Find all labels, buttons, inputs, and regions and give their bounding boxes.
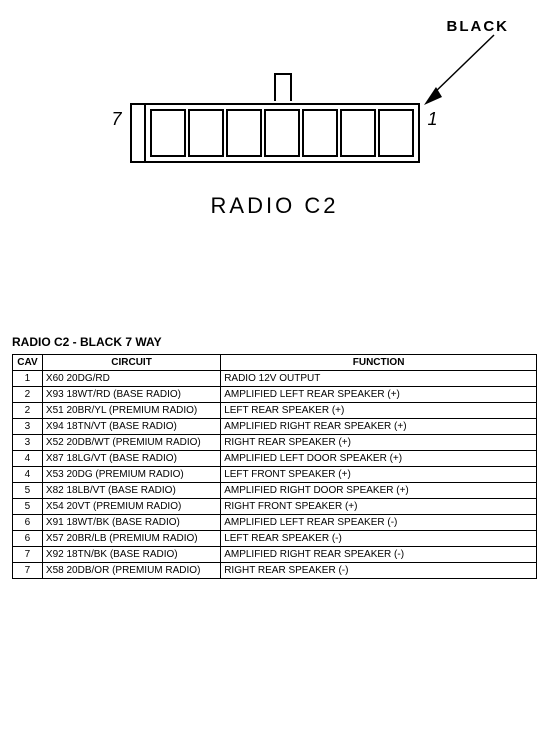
cell-circuit: X54 20VT (PREMIUM RADIO) xyxy=(42,499,220,515)
cell-cav: 2 xyxy=(13,403,43,419)
cell-circuit: X57 20BR/LB (PREMIUM RADIO) xyxy=(42,531,220,547)
cell-function: RADIO 12V OUTPUT xyxy=(221,371,537,387)
cell-function: RIGHT FRONT SPEAKER (+) xyxy=(221,499,537,515)
cell-cav: 7 xyxy=(13,563,43,579)
pin-slot-7 xyxy=(378,109,414,157)
table-row: 7X92 18TN/BK (BASE RADIO)AMPLIFIED RIGHT… xyxy=(13,547,537,563)
table-row: 7X58 20DB/OR (PREMIUM RADIO)RIGHT REAR S… xyxy=(13,563,537,579)
connector-pins xyxy=(144,103,420,163)
table-row: 3X94 18TN/VT (BASE RADIO)AMPLIFIED RIGHT… xyxy=(13,419,537,435)
cell-circuit: X60 20DG/RD xyxy=(42,371,220,387)
cell-cav: 6 xyxy=(13,531,43,547)
cell-cav: 4 xyxy=(13,451,43,467)
cell-circuit: X92 18TN/BK (BASE RADIO) xyxy=(42,547,220,563)
col-header-function: FUNCTION xyxy=(221,355,537,371)
connector-wrap: 7 xyxy=(10,75,539,163)
cell-function: AMPLIFIED RIGHT REAR SPEAKER (-) xyxy=(221,547,537,563)
page: BLACK 7 xyxy=(0,0,549,750)
cell-circuit: X58 20DB/OR (PREMIUM RADIO) xyxy=(42,563,220,579)
cell-function: AMPLIFIED LEFT REAR SPEAKER (+) xyxy=(221,387,537,403)
pin-slot-4 xyxy=(264,109,300,157)
cell-cav: 5 xyxy=(13,499,43,515)
cell-circuit: X52 20DB/WT (PREMIUM RADIO) xyxy=(42,435,220,451)
cell-function: LEFT REAR SPEAKER (-) xyxy=(221,531,537,547)
cell-circuit: X94 18TN/VT (BASE RADIO) xyxy=(42,419,220,435)
table-row: 2X51 20BR/YL (PREMIUM RADIO)LEFT REAR SP… xyxy=(13,403,537,419)
cell-function: AMPLIFIED RIGHT REAR SPEAKER (+) xyxy=(221,419,537,435)
radio-c2-label: RADIO C2 xyxy=(211,193,339,219)
table-row: 6X57 20BR/LB (PREMIUM RADIO)LEFT REAR SP… xyxy=(13,531,537,547)
cell-cav: 2 xyxy=(13,387,43,403)
connector-body xyxy=(130,75,420,163)
diagram-area: BLACK 7 xyxy=(10,10,539,320)
cell-cav: 5 xyxy=(13,483,43,499)
connector-stub xyxy=(274,73,292,101)
table-header-row: CAV CIRCUIT FUNCTION xyxy=(13,355,537,371)
table-row: 1X60 20DG/RDRADIO 12V OUTPUT xyxy=(13,371,537,387)
cell-circuit: X82 18LB/VT (BASE RADIO) xyxy=(42,483,220,499)
pin-slot-2 xyxy=(188,109,224,157)
table-section: RADIO C2 - BLACK 7 WAY CAV CIRCUIT FUNCT… xyxy=(10,335,539,579)
cell-circuit: X93 18WT/RD (BASE RADIO) xyxy=(42,387,220,403)
cell-cav: 3 xyxy=(13,419,43,435)
cell-function: AMPLIFIED LEFT DOOR SPEAKER (+) xyxy=(221,451,537,467)
cell-function: LEFT FRONT SPEAKER (+) xyxy=(221,467,537,483)
connector-table: CAV CIRCUIT FUNCTION 1X60 20DG/RDRADIO 1… xyxy=(12,354,537,579)
table-row: 6X91 18WT/BK (BASE RADIO)AMPLIFIED LEFT … xyxy=(13,515,537,531)
table-row: 2X93 18WT/RD (BASE RADIO)AMPLIFIED LEFT … xyxy=(13,387,537,403)
pin-number-right: 1 xyxy=(428,109,438,130)
cell-function: LEFT REAR SPEAKER (+) xyxy=(221,403,537,419)
table-row: 4X53 20DG (PREMIUM RADIO)LEFT FRONT SPEA… xyxy=(13,467,537,483)
table-row: 5X82 18LB/VT (BASE RADIO)AMPLIFIED RIGHT… xyxy=(13,483,537,499)
cell-function: RIGHT REAR SPEAKER (-) xyxy=(221,563,537,579)
col-header-circuit: CIRCUIT xyxy=(42,355,220,371)
cell-cav: 4 xyxy=(13,467,43,483)
cell-circuit: X51 20BR/YL (PREMIUM RADIO) xyxy=(42,403,220,419)
cell-function: RIGHT REAR SPEAKER (+) xyxy=(221,435,537,451)
cell-cav: 7 xyxy=(13,547,43,563)
pin-slot-5 xyxy=(302,109,338,157)
table-body: 1X60 20DG/RDRADIO 12V OUTPUT2X93 18WT/RD… xyxy=(13,371,537,579)
cell-cav: 6 xyxy=(13,515,43,531)
cell-function: AMPLIFIED LEFT REAR SPEAKER (-) xyxy=(221,515,537,531)
cell-function: AMPLIFIED RIGHT DOOR SPEAKER (+) xyxy=(221,483,537,499)
cell-cav: 3 xyxy=(13,435,43,451)
cell-circuit: X87 18LG/VT (BASE RADIO) xyxy=(42,451,220,467)
cell-cav: 1 xyxy=(13,371,43,387)
pin-slot-3 xyxy=(226,109,262,157)
col-header-cav: CAV xyxy=(13,355,43,371)
table-row: 3X52 20DB/WT (PREMIUM RADIO)RIGHT REAR S… xyxy=(13,435,537,451)
cell-circuit: X53 20DG (PREMIUM RADIO) xyxy=(42,467,220,483)
table-title: RADIO C2 - BLACK 7 WAY xyxy=(12,335,537,349)
pin-number-left: 7 xyxy=(111,109,121,130)
cell-circuit: X91 18WT/BK (BASE RADIO) xyxy=(42,515,220,531)
connector-left-tab xyxy=(130,103,144,163)
table-row: 5X54 20VT (PREMIUM RADIO)RIGHT FRONT SPE… xyxy=(13,499,537,515)
pin-slot-1 xyxy=(150,109,186,157)
table-row: 4X87 18LG/VT (BASE RADIO)AMPLIFIED LEFT … xyxy=(13,451,537,467)
pin-slot-6 xyxy=(340,109,376,157)
